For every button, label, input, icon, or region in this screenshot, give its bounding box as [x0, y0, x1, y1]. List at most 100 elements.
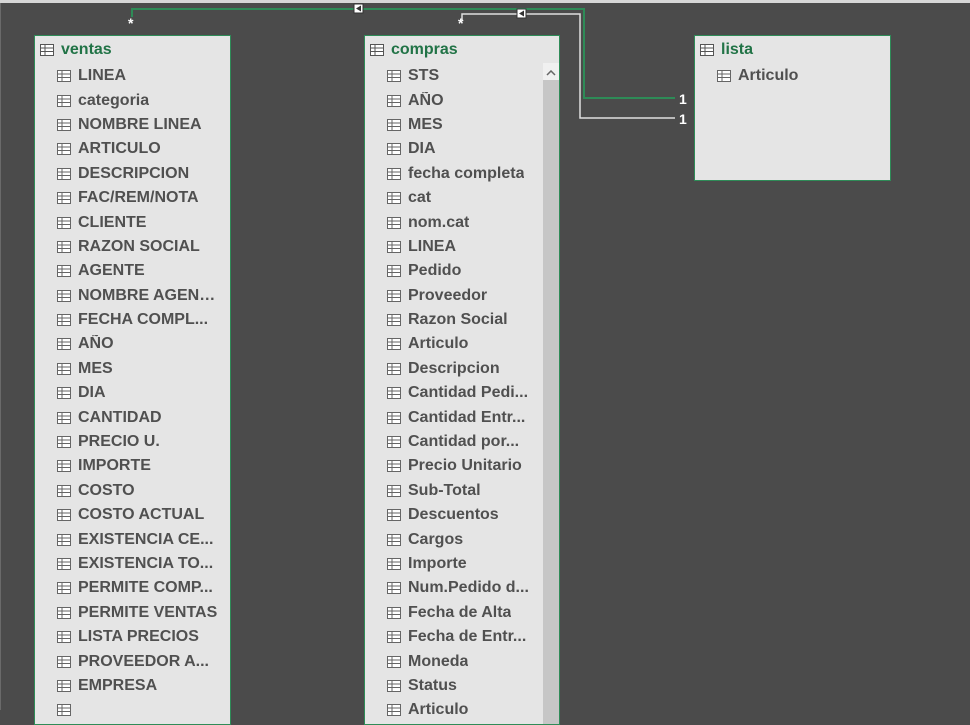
field-row[interactable]: IMPORTE — [35, 454, 230, 478]
field-label: Descuentos — [408, 506, 499, 524]
field-row[interactable]: Razon Social — [365, 308, 559, 332]
field-row[interactable]: fecha completa — [365, 162, 559, 186]
field-label: Articulo — [738, 67, 799, 85]
field-row[interactable]: EXISTENCIA CE... — [35, 527, 230, 551]
field-row[interactable]: categoria — [35, 88, 230, 112]
field-row[interactable]: Cantidad por... — [365, 430, 559, 454]
field-row[interactable]: AÑO — [35, 332, 230, 356]
field-row[interactable]: STS — [365, 64, 559, 88]
field-row[interactable]: DIA — [35, 381, 230, 405]
table-icon — [700, 44, 714, 56]
table-card-ventas[interactable]: ventas LINEA categoria NOMBRE LINEA ARTICUL… — [34, 35, 231, 725]
field-label: RAZON SOCIAL — [78, 237, 200, 255]
field-row[interactable]: Fecha de Entr... — [365, 625, 559, 649]
field-row[interactable]: PERMITE COMP... — [35, 576, 230, 600]
field-row[interactable]: Pedido — [365, 259, 559, 283]
field-label: Precio Unitario — [408, 457, 522, 475]
field-row[interactable]: Cantidad Pedi... — [365, 381, 559, 405]
column-icon — [387, 582, 401, 595]
field-label: Articulo — [408, 701, 469, 719]
column-icon — [387, 387, 401, 400]
table-card-compras[interactable]: compras STS AÑO MES DIA fecha completa cat nom… — [364, 35, 560, 725]
column-icon — [57, 216, 71, 229]
field-row[interactable]: COSTO ACTUAL — [35, 503, 230, 527]
table-header-lista[interactable]: lista — [695, 36, 890, 64]
column-icon — [387, 70, 401, 83]
field-row[interactable]: nom.cat — [365, 210, 559, 234]
field-row[interactable]: MES — [365, 113, 559, 137]
field-label: PRECIO U. — [78, 433, 160, 451]
field-row[interactable]: Articulo — [365, 698, 559, 722]
field-row[interactable]: FAC/REM/NOTA — [35, 186, 230, 210]
field-row[interactable]: Articulo — [695, 64, 890, 88]
field-row[interactable]: DIA — [365, 137, 559, 161]
field-label: cat — [408, 189, 432, 207]
column-icon — [387, 484, 401, 497]
field-row[interactable]: COSTO — [35, 479, 230, 503]
field-row[interactable]: PERMITE VENTAS — [35, 601, 230, 625]
column-icon — [57, 436, 71, 449]
field-row[interactable]: PRECIO U. — [35, 430, 230, 454]
table-card-lista[interactable]: lista Articulo — [694, 35, 891, 181]
field-row[interactable]: LISTA PRECIOS — [35, 625, 230, 649]
field-row[interactable]: Num.Pedido d... — [365, 576, 559, 600]
field-row[interactable]: PROVEEDOR A... — [35, 649, 230, 673]
field-row[interactable]: NOMBRE LINEA — [35, 113, 230, 137]
field-row[interactable]: CANTIDAD — [35, 405, 230, 429]
column-icon — [57, 167, 71, 180]
field-row[interactable]: EMPRESA — [35, 674, 230, 698]
field-row[interactable]: Articulo — [365, 332, 559, 356]
field-row[interactable]: EXISTENCIA TO... — [35, 552, 230, 576]
field-label: AGENTE — [78, 262, 145, 280]
field-row[interactable]: AGENTE — [35, 259, 230, 283]
field-row[interactable]: Moneda — [365, 649, 559, 673]
field-row[interactable]: RAZON SOCIAL — [35, 235, 230, 259]
column-icon — [387, 265, 401, 278]
field-row[interactable]: Fecha de Alta — [365, 601, 559, 625]
field-row[interactable]: cat — [365, 186, 559, 210]
field-label: Articulo — [408, 335, 469, 353]
field-row[interactable]: Descripcion — [365, 357, 559, 381]
filter-direction-icon-ventas — [353, 3, 364, 14]
field-label: MES — [78, 359, 113, 377]
scroll-up-button[interactable] — [543, 63, 559, 80]
field-row[interactable]: Importe — [365, 552, 559, 576]
field-label: AÑO — [408, 91, 444, 109]
field-row[interactable]: NOMBRE AGENTE — [35, 284, 230, 308]
field-row[interactable]: Status — [365, 674, 559, 698]
field-row[interactable]: FECHA COMPL... — [35, 308, 230, 332]
column-icon — [57, 314, 71, 327]
table-header-ventas[interactable]: ventas — [35, 36, 230, 64]
field-row[interactable]: MES — [35, 357, 230, 381]
field-label: NOMBRE AGENTE — [78, 286, 218, 304]
field-label: AÑO — [78, 335, 114, 353]
field-label: DIA — [78, 384, 106, 402]
field-row[interactable]: Precio Unitario — [365, 454, 559, 478]
field-row[interactable]: LINEA — [365, 235, 559, 259]
field-row[interactable]: Sub-Total — [365, 479, 559, 503]
field-label: MES — [408, 115, 443, 133]
field-label: CLIENTE — [78, 213, 147, 231]
scrollbar-compras[interactable] — [543, 63, 559, 724]
field-row[interactable]: ARTICULO — [35, 137, 230, 161]
field-label: COSTO — [78, 481, 135, 499]
table-header-compras[interactable]: compras — [365, 36, 559, 64]
field-row[interactable]: Proveedor — [365, 284, 559, 308]
field-row[interactable]: Cantidad Entr... — [365, 405, 559, 429]
column-icon — [57, 118, 71, 131]
field-label: COSTO ACTUAL — [78, 506, 205, 524]
column-icon — [57, 70, 71, 83]
field-row[interactable]: DESCRIPCION — [35, 162, 230, 186]
field-row[interactable]: AÑO — [365, 88, 559, 112]
field-row[interactable]: CLIENTE — [35, 210, 230, 234]
field-row[interactable] — [35, 698, 230, 722]
column-icon — [57, 460, 71, 473]
field-label: Fecha de Entr... — [408, 628, 527, 646]
field-row[interactable]: Descuentos — [365, 503, 559, 527]
column-icon — [387, 314, 401, 327]
column-icon — [387, 118, 401, 131]
field-row[interactable]: Cargos — [365, 527, 559, 551]
field-row[interactable]: LINEA — [35, 64, 230, 88]
cardinality-many-ventas: * — [128, 15, 134, 31]
field-label: IMPORTE — [78, 457, 151, 475]
